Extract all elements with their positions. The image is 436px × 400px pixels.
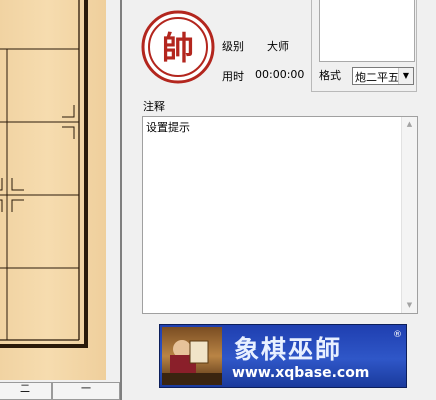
banner-image <box>162 327 222 385</box>
scroll-down-icon[interactable]: ▼ <box>402 298 417 313</box>
registered-icon: ® <box>393 330 402 340</box>
chess-board[interactable] <box>0 0 107 380</box>
time-value: 00:00:00 <box>255 68 305 81</box>
level-value: 大师 <box>267 40 289 53</box>
scroll-up-icon[interactable]: ▲ <box>402 117 417 132</box>
board-status-bar: 二 一 <box>0 380 120 400</box>
format-preview-list[interactable] <box>319 0 415 62</box>
time-label: 用时 <box>222 70 244 83</box>
format-dropdown[interactable]: 炮二平五 ▼ <box>352 67 414 85</box>
avatar-char: 帥 <box>162 29 194 67</box>
notes-textarea[interactable]: 设置提示 ▲ ▼ <box>142 116 418 314</box>
notes-scrollbar[interactable]: ▲ ▼ <box>401 117 417 313</box>
banner-url[interactable]: www.xqbase.com <box>232 365 369 381</box>
xqbase-banner[interactable]: 象棋巫師 ® www.xqbase.com <box>159 324 407 388</box>
board-grid <box>0 0 88 348</box>
notes-label: 注释 <box>143 100 165 113</box>
level-label: 级别 <box>222 40 244 53</box>
pane-divider[interactable] <box>120 0 122 400</box>
chevron-down-icon[interactable]: ▼ <box>398 68 413 84</box>
format-selected-value: 炮二平五 <box>355 71 399 84</box>
player-avatar: 帥 <box>141 10 215 84</box>
format-label: 格式 <box>319 69 341 82</box>
notes-text: 设置提示 <box>146 121 190 134</box>
status-cell: 二 <box>0 382 52 400</box>
status-cell: 一 <box>52 382 120 400</box>
banner-title: 象棋巫師 <box>234 335 343 364</box>
board-margin <box>106 0 120 400</box>
